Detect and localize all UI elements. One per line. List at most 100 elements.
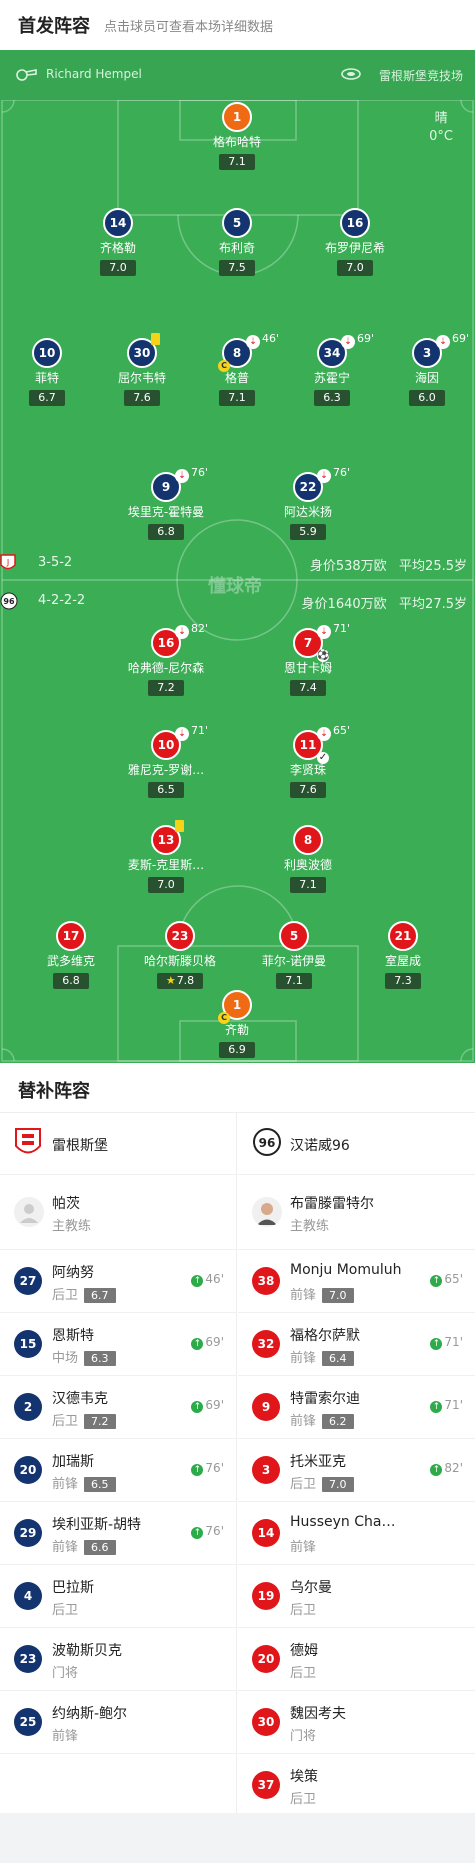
section-title: 首发阵容 [18, 16, 90, 37]
sub-player-row[interactable]: 19 乌尔曼 后卫 [238, 1565, 475, 1628]
weather-info: 晴 0°C [429, 110, 453, 146]
player-name: 武多维克 [46, 954, 95, 968]
home-coach-row[interactable]: 帕茨 主教练 [0, 1175, 236, 1250]
stadium-icon [341, 68, 361, 80]
assist-boot-icon: ✓ [317, 752, 329, 764]
player-away-def-2[interactable]: 23 哈尔斯滕贝格 ★7.8 [125, 921, 235, 989]
sub-in-icon: ↑ [430, 1338, 443, 1350]
player-home-mid-4[interactable]: 34 ⇣ 69' 苏霍宁 6.3 [277, 332, 387, 406]
lineup-header: 首发阵容 点击球员可查看本场详细数据 [0, 0, 475, 50]
player-away-fw-1[interactable]: 16 ⇣ 82' 哈弗德-尼尔森 7.2 [111, 622, 221, 696]
sub-out-time: 76' [333, 466, 351, 479]
sub-number: 38 [252, 1267, 280, 1295]
sub-in-time: ↑ 76' [191, 1524, 224, 1539]
sub-name: 乌尔曼 [290, 1580, 332, 1596]
player-home-def-2[interactable]: 5 布利奇 7.5 [182, 208, 292, 276]
sub-player-row[interactable]: 30 魏因考夫 门将 [238, 1691, 475, 1754]
player-number: 8 [293, 825, 323, 855]
player-away-def-1[interactable]: 17 武多维克 6.8 [16, 921, 126, 989]
player-home-mid-2[interactable]: 30 屈尔韦特 7.6 [87, 333, 197, 406]
sub-position-line: 前锋 [290, 1536, 316, 1555]
player-home-mid-5[interactable]: 3 ⇣ 69' 海因 6.0 [372, 332, 475, 406]
sub-player-row[interactable]: 4 巴拉斯 后卫 [0, 1565, 236, 1628]
player-away-dm-2[interactable]: 8 利奥波德 7.1 [253, 825, 363, 893]
temperature: 0°C [429, 129, 453, 144]
sub-out-icon: ⇣ [175, 469, 189, 483]
player-away-fw-2[interactable]: 7 ⇣ 71' ⚽ 恩甘卡姆 7.4 [253, 622, 363, 696]
player-number: 16 [340, 208, 370, 238]
player-home-def-1[interactable]: 14 齐格勒 7.0 [63, 208, 173, 276]
sub-in-icon: ↑ [191, 1527, 204, 1539]
sub-in-minute: 69' [205, 1335, 224, 1349]
sub-out-icon: ⇣ [175, 727, 189, 741]
player-away-am-2[interactable]: 11 ⇣ 65' ✓ 李贤珠 7.6 [253, 724, 363, 798]
away-coach-row[interactable]: 布雷滕雷特尔 主教练 [238, 1175, 475, 1250]
sub-in-minute: 71' [444, 1398, 463, 1412]
player-number: 10 [32, 338, 62, 368]
sub-player-row[interactable]: 37 埃策 后卫 [238, 1754, 475, 1817]
sub-out-icon: ⇣ [317, 727, 331, 741]
player-number: 14 [103, 208, 133, 238]
sub-in-time: ↑ 71' [430, 1335, 463, 1350]
sub-position: 前锋 [52, 1540, 79, 1555]
player-home-gk[interactable]: 1 格布哈特 7.1 [182, 102, 292, 170]
sub-player-row[interactable]: 20 加瑞斯 前锋 6.5 ↑ 76' [0, 1439, 236, 1502]
weather-text: 晴 [434, 111, 448, 126]
home-team-age: 平均25.5岁 [399, 559, 467, 574]
player-rating: 7.1 [276, 973, 312, 989]
player-name: 雅尼克-罗谢… [127, 763, 205, 777]
player-home-def-3[interactable]: 16 布罗伊尼希 7.0 [300, 208, 410, 276]
player-home-fw-2[interactable]: 22 ⇣ 76' 阿达米扬 5.9 [253, 466, 363, 540]
goal-ball-icon: ⚽ [317, 650, 330, 662]
away-team-age: 平均27.5岁 [399, 597, 467, 612]
sub-player-row[interactable]: 9 特雷索尔迪 前锋 6.2 ↑ 71' [238, 1376, 475, 1439]
player-away-am-1[interactable]: 10 ⇣ 71' 雅尼克-罗谢… 6.5 [111, 724, 221, 798]
sub-player-row[interactable]: 25 约纳斯-鲍尔 前锋 [0, 1691, 236, 1754]
sub-player-row[interactable]: 32 福格尔萨默 前锋 6.4 ↑ 71' [238, 1313, 475, 1376]
sub-out-time: 82' [191, 622, 209, 635]
player-rating: 7.6 [124, 390, 160, 406]
sub-number: 27 [14, 1267, 42, 1295]
coach-photo-icon [252, 1197, 282, 1227]
sub-name: 恩斯特 [52, 1328, 94, 1344]
svg-text:96: 96 [3, 597, 15, 606]
home-team-row[interactable]: 雷根斯堡 [0, 1113, 236, 1175]
sub-position-line: 门将 [290, 1725, 316, 1744]
subs-title: 替补阵容 [18, 1081, 90, 1102]
yellow-card-icon [175, 820, 184, 832]
sub-rating: 7.0 [322, 1288, 354, 1303]
sub-position-line: 后卫 6.7 [52, 1284, 116, 1303]
sub-name: 德姆 [290, 1643, 318, 1659]
player-home-fw-1[interactable]: 9 ⇣ 76' 埃里克-霍特曼 6.8 [111, 466, 221, 540]
sub-out-icon: ⇣ [436, 335, 450, 349]
player-away-dm-1[interactable]: 13 麦斯-克里斯… 7.0 [111, 820, 221, 893]
player-number: 21 [388, 921, 418, 951]
sub-player-row[interactable]: 14 Husseyn Cha… 前锋 [238, 1502, 475, 1565]
player-rating: 7.4 [290, 680, 326, 696]
sub-player-row[interactable]: 2 汉德韦克 后卫 7.2 ↑ 69' [0, 1376, 236, 1439]
sub-number: 32 [252, 1330, 280, 1358]
page-footer [0, 1813, 475, 1863]
player-home-mid-3[interactable]: 8 ⇣ 46' C 格普 7.1 [182, 332, 292, 406]
sub-player-row[interactable]: 20 德姆 后卫 [238, 1628, 475, 1691]
sub-player-row[interactable]: 3 托米亚克 后卫 7.0 ↑ 82' [238, 1439, 475, 1502]
sub-number: 4 [14, 1582, 42, 1610]
sub-player-row[interactable]: 15 恩斯特 中场 6.3 ↑ 69' [0, 1313, 236, 1376]
away-team-row[interactable]: 96 汉诺威96 [238, 1113, 475, 1175]
away-team-value: 身价1640万欧 [301, 597, 387, 612]
sub-in-minute: 82' [444, 1461, 463, 1475]
sub-player-row[interactable]: 23 波勒斯贝克 门将 [0, 1628, 236, 1691]
sub-position: 前锋 [290, 1288, 317, 1303]
section-subtitle: 点击球员可查看本场详细数据 [104, 20, 274, 35]
sub-player-row[interactable]: 38 Monju Momuluh 前锋 7.0 ↑ 65' [238, 1250, 475, 1313]
sub-in-icon: ↑ [191, 1401, 204, 1413]
sub-name: 特雷索尔迪 [290, 1391, 360, 1407]
sub-in-time: ↑ 69' [191, 1398, 224, 1413]
sub-rating: 6.5 [84, 1477, 116, 1492]
sub-position-line: 后卫 [290, 1788, 316, 1807]
player-away-def-4[interactable]: 21 室屋成 7.3 [348, 921, 458, 989]
player-away-gk[interactable]: 1 C 齐勒 6.9 [182, 990, 292, 1058]
sub-player-row[interactable]: 27 阿纳努 后卫 6.7 ↑ 46' [0, 1250, 236, 1313]
player-away-def-3[interactable]: 5 菲尔-诺伊曼 7.1 [239, 921, 349, 989]
sub-player-row[interactable]: 29 埃利亚斯-胡特 前锋 6.6 ↑ 76' [0, 1502, 236, 1565]
